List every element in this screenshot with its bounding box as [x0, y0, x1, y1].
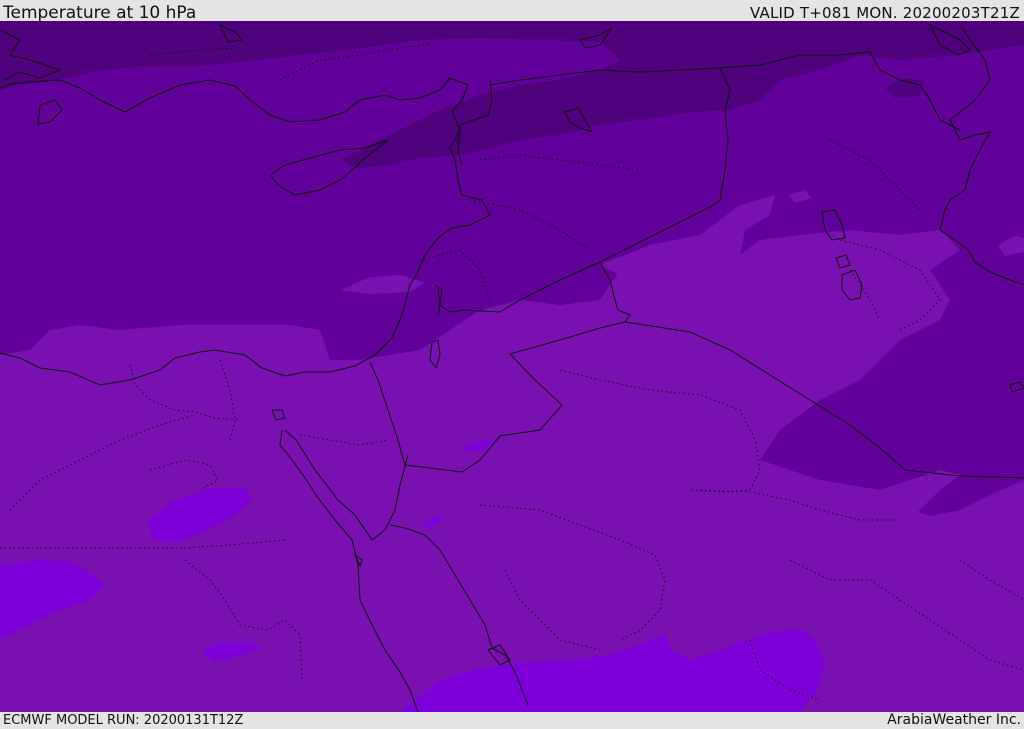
provider-credit: ArabiaWeather Inc.	[887, 712, 1021, 728]
valid-time-label: VALID T+081 MON. 20200203T21Z	[750, 4, 1020, 22]
weather-map[interactable]	[0, 21, 1024, 712]
header-bar: Temperature at 10 hPa VALID T+081 MON. 2…	[0, 0, 1024, 23]
footer-bar: ECMWF MODEL RUN: 20200131T12Z ArabiaWeat…	[0, 712, 1024, 729]
model-run-label: ECMWF MODEL RUN: 20200131T12Z	[3, 713, 244, 728]
map-canvas	[0, 21, 1024, 712]
map-title: Temperature at 10 hPa	[3, 3, 197, 23]
